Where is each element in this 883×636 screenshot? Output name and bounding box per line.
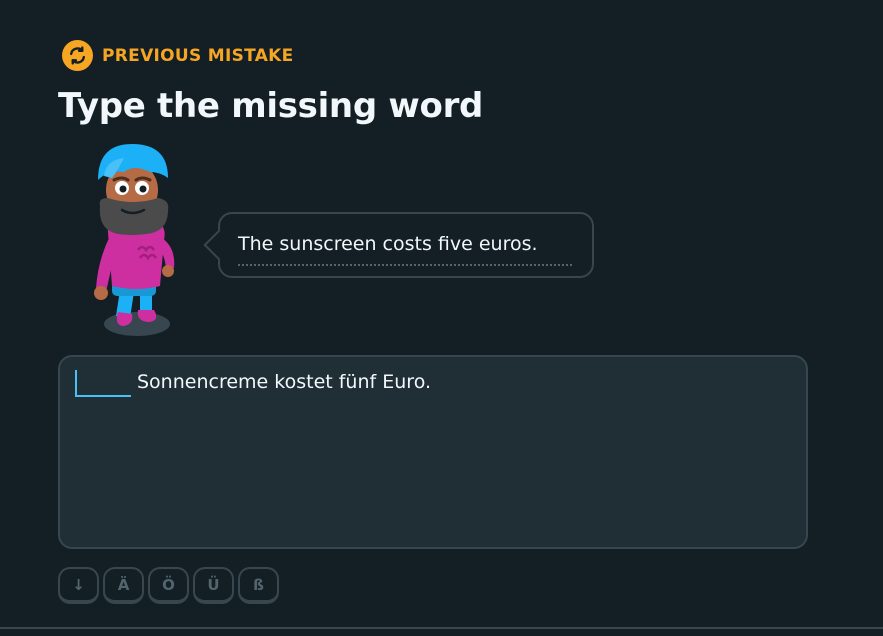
speech-bubble: The sunscreen costs five euros. [203,212,594,278]
special-characters-bar: ↓ Ä Ö Ü ß [58,567,279,604]
page-title: Type the missing word [58,86,484,126]
challenge-page: PREVIOUS MISTAKE Type the missing word T… [0,0,883,636]
keyboard-toggle-button[interactable]: ↓ [58,567,99,604]
refresh-icon [62,40,93,71]
speech-bubble-tail [203,229,235,261]
previous-mistake-tag: PREVIOUS MISTAKE [62,40,294,71]
hint-underline [238,264,572,266]
character-illustration [90,140,180,344]
answer-box: Sonnencreme kostet fünf Euro. [58,355,808,549]
key-o-umlaut[interactable]: Ö [148,567,189,604]
missing-word-input[interactable] [75,370,131,397]
speech-text[interactable]: The sunscreen costs five euros. [238,233,538,255]
sentence-text: Sonnencreme kostet fünf Euro. [137,371,432,393]
key-a-umlaut[interactable]: Ä [103,567,144,604]
previous-mistake-label: PREVIOUS MISTAKE [102,45,294,66]
key-eszett[interactable]: ß [238,567,279,604]
key-u-umlaut[interactable]: Ü [193,567,234,604]
footer-divider [0,627,883,629]
